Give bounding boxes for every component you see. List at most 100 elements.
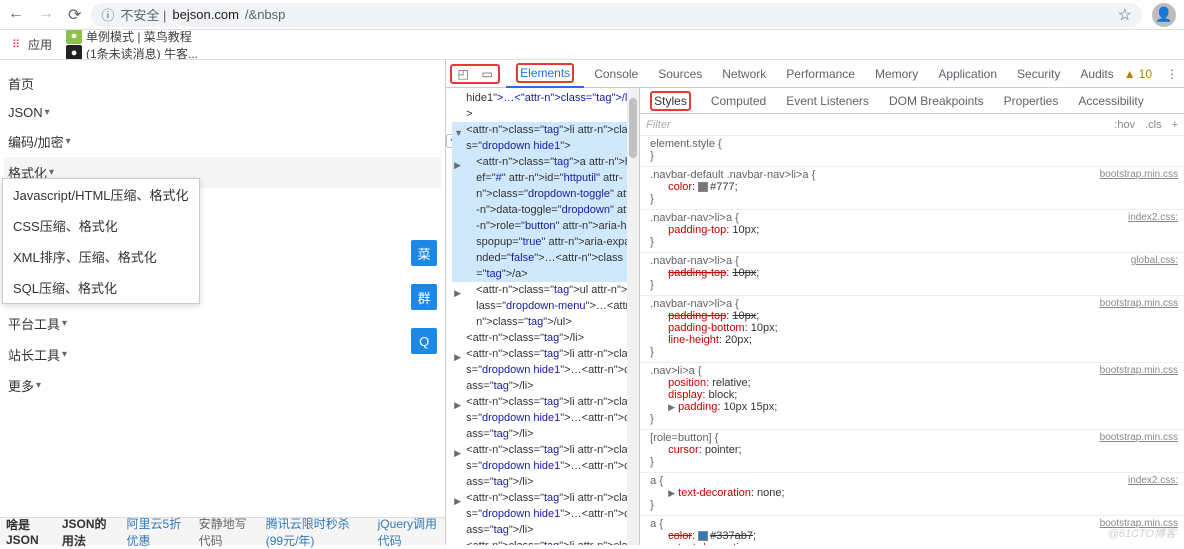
- css-rule[interactable]: bootstrap.min.css.navbar-nav>li>a {paddi…: [640, 296, 1184, 363]
- css-property[interactable]: padding-top: 10px;: [650, 310, 1178, 322]
- inspect-icon[interactable]: ◰: [454, 67, 472, 81]
- css-rule[interactable]: global.css:.navbar-nav>li>a {padding-top…: [640, 253, 1184, 296]
- footer-tencent[interactable]: 腾讯云限时秒杀(99元/年): [266, 515, 364, 549]
- dom-node[interactable]: <attr-n">class="tag">/li>: [452, 330, 639, 346]
- rule-source-link[interactable]: index2.css:: [1128, 475, 1178, 486]
- bookmark-item[interactable]: ●(1条未读消息) 牛客...: [66, 45, 198, 61]
- devtools-tab[interactable]: Elements: [506, 60, 584, 88]
- color-swatch-icon[interactable]: [698, 531, 708, 541]
- dom-node[interactable]: hide1">…<"attr-n">class="tag">/li>: [452, 90, 639, 122]
- dom-node[interactable]: ▶<attr-n">class="tag">li attr-n">class="…: [452, 394, 639, 442]
- devtools-tab[interactable]: Console: [584, 60, 648, 88]
- styles-subtab[interactable]: DOM Breakpoints: [879, 88, 994, 114]
- back-icon[interactable]: ←: [8, 5, 24, 25]
- filter-input[interactable]: Filter: [646, 119, 670, 131]
- css-rule[interactable]: index2.css:a {▶text-decoration: none;}: [640, 473, 1184, 516]
- submenu-item[interactable]: Javascript/HTML压缩、格式化: [3, 179, 199, 210]
- css-property[interactable]: display: block;: [650, 389, 1178, 401]
- nav-item[interactable]: 编码/加密▾: [4, 126, 441, 157]
- css-property[interactable]: padding-top: 10px;: [650, 224, 1178, 236]
- dom-node[interactable]: ▶<attr-n">class="tag">ul attr-n">class="…: [452, 282, 639, 330]
- device-toggle-icon[interactable]: ▭: [478, 67, 496, 81]
- bookmark-star-icon[interactable]: ☆: [1118, 5, 1132, 25]
- expand-triangle-icon[interactable]: ▼: [454, 125, 463, 141]
- color-swatch-icon[interactable]: [698, 182, 708, 192]
- rule-source-link[interactable]: global.css:: [1131, 255, 1178, 266]
- expand-triangle-icon[interactable]: ▶: [454, 445, 461, 461]
- submenu-item[interactable]: XML排序、压缩、格式化: [3, 241, 199, 272]
- dom-node[interactable]: ▶<attr-n">class="tag">li attr-n">class="…: [452, 538, 639, 545]
- float-button[interactable]: 菜: [411, 240, 437, 266]
- float-button[interactable]: 群: [411, 284, 437, 310]
- dom-node[interactable]: ▶<attr-n">class="tag">li attr-n">class="…: [452, 442, 639, 490]
- dom-node[interactable]: ▼<attr-n">class="tag">li attr-n">class="…: [452, 122, 639, 154]
- rule-source-link[interactable]: bootstrap.min.css: [1100, 298, 1178, 309]
- elements-panel[interactable]: ••• hide1">…<"attr-n">class="tag">/li>▼<…: [446, 88, 640, 545]
- footer-jquery[interactable]: jQuery调用代码: [378, 515, 440, 549]
- apps-shortcut[interactable]: ⠿应用: [8, 36, 52, 53]
- devtools-tab[interactable]: Memory: [865, 60, 928, 88]
- forward-icon[interactable]: →: [38, 5, 54, 25]
- footer-quiet[interactable]: 安静地写代码: [199, 515, 252, 549]
- css-property[interactable]: ▶padding: 10px 15px;: [650, 401, 1178, 413]
- devtools-tab[interactable]: Performance: [776, 60, 865, 88]
- styles-subtab[interactable]: Computed: [701, 88, 776, 114]
- rule-source-link[interactable]: bootstrap.min.css: [1100, 169, 1178, 180]
- devtools-tab[interactable]: Security: [1007, 60, 1070, 88]
- styles-subtab[interactable]: Properties: [994, 88, 1069, 114]
- expand-triangle-icon[interactable]: ▶: [668, 488, 678, 499]
- nav-item[interactable]: 更多▾: [4, 370, 441, 401]
- profile-avatar[interactable]: 👤: [1152, 3, 1176, 27]
- css-property[interactable]: color: #337ab7;: [650, 530, 1178, 542]
- hov-toggle[interactable]: :hov: [1114, 119, 1135, 131]
- css-rule[interactable]: bootstrap.min.cssa {color: #337ab7;▶text…: [640, 516, 1184, 545]
- css-property[interactable]: ▶text-decoration: none;: [650, 487, 1178, 499]
- warnings-badge[interactable]: ▲ 10: [1124, 67, 1152, 81]
- nav-item[interactable]: 站长工具▾: [4, 339, 441, 370]
- devtools-menu-icon[interactable]: ⋮: [1160, 67, 1184, 81]
- submenu-item[interactable]: SQL压缩、格式化: [3, 272, 199, 303]
- address-bar[interactable]: ⓘ 不安全 | bejson.com/&nbsp ☆: [91, 3, 1142, 27]
- nav-item[interactable]: 平台工具▾: [4, 308, 441, 339]
- footer-aliyun[interactable]: 阿里云5折优惠: [127, 515, 185, 549]
- elements-scrollbar[interactable]: [627, 88, 639, 545]
- submenu-item[interactable]: CSS压缩、格式化: [3, 210, 199, 241]
- expand-triangle-icon[interactable]: ▶: [454, 157, 461, 173]
- dom-node[interactable]: ▶<attr-n">class="tag">a attr-n">href="#"…: [452, 154, 639, 282]
- expand-triangle-icon[interactable]: ▶: [454, 541, 461, 545]
- devtools-tab[interactable]: Sources: [648, 60, 712, 88]
- css-property[interactable]: line-height: 20px;: [650, 334, 1178, 346]
- devtools-tab[interactable]: Application: [928, 60, 1007, 88]
- styles-subtab[interactable]: Accessibility: [1068, 88, 1153, 114]
- expand-triangle-icon[interactable]: ▶: [454, 285, 461, 301]
- rule-source-link[interactable]: bootstrap.min.css: [1100, 365, 1178, 376]
- bookmark-item[interactable]: ●单例模式 | 菜鸟教程: [66, 30, 198, 45]
- dom-node[interactable]: ▶<attr-n">class="tag">li attr-n">class="…: [452, 490, 639, 538]
- nav-item[interactable]: 首页: [4, 68, 441, 99]
- css-property[interactable]: padding-bottom: 10px;: [650, 322, 1178, 334]
- expand-triangle-icon[interactable]: ▶: [454, 397, 461, 413]
- cls-toggle[interactable]: .cls: [1145, 119, 1162, 131]
- add-rule-icon[interactable]: +: [1172, 119, 1178, 131]
- reload-icon[interactable]: ⟳: [68, 5, 81, 25]
- dom-node[interactable]: ▶<attr-n">class="tag">li attr-n">class="…: [452, 346, 639, 394]
- expand-triangle-icon[interactable]: ▶: [454, 349, 461, 365]
- float-button[interactable]: Q: [411, 328, 437, 354]
- styles-subtab[interactable]: Event Listeners: [776, 88, 879, 114]
- css-rule[interactable]: bootstrap.min.css.navbar-default .navbar…: [640, 167, 1184, 210]
- devtools-tab[interactable]: Audits: [1070, 60, 1123, 88]
- expand-triangle-icon[interactable]: ▶: [454, 493, 461, 509]
- css-rule[interactable]: bootstrap.min.css[role=button] {cursor: …: [640, 430, 1184, 473]
- css-property[interactable]: padding-top: 10px;: [650, 267, 1178, 279]
- rule-source-link[interactable]: bootstrap.min.css: [1100, 432, 1178, 443]
- footer-jsonusage[interactable]: JSON的用法: [62, 515, 113, 549]
- devtools-tab[interactable]: Network: [712, 60, 776, 88]
- expand-triangle-icon[interactable]: ▶: [668, 402, 678, 413]
- rule-source-link[interactable]: index2.css:: [1128, 212, 1178, 223]
- css-rule[interactable]: index2.css:.navbar-nav>li>a {padding-top…: [640, 210, 1184, 253]
- css-rule[interactable]: element.style {}: [640, 136, 1184, 167]
- styles-subtab[interactable]: Styles: [640, 88, 701, 114]
- css-property[interactable]: color: #777;: [650, 181, 1178, 193]
- nav-item[interactable]: JSON▾: [4, 99, 441, 126]
- css-property[interactable]: cursor: pointer;: [650, 444, 1178, 456]
